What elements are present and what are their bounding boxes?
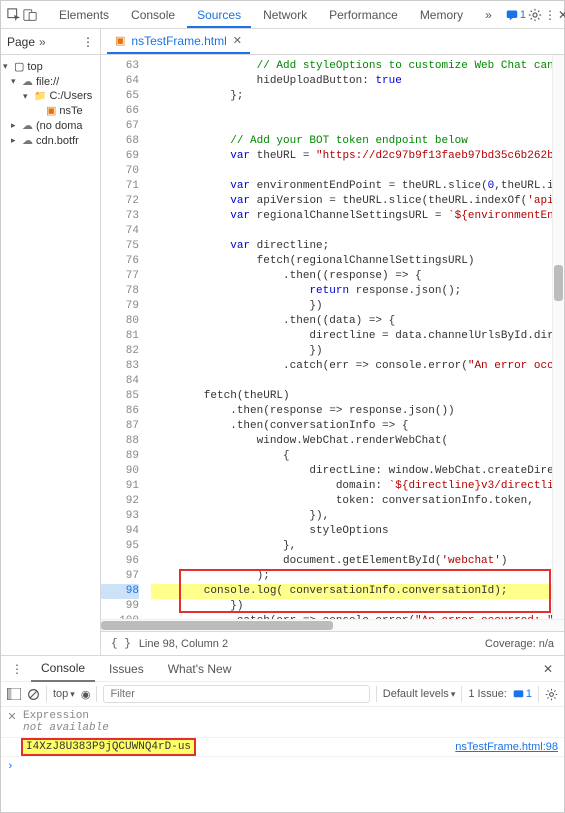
scrollbar-thumb[interactable] — [554, 265, 563, 301]
tab-overflow[interactable]: » — [475, 2, 502, 28]
drawer-tabs: ⋮ Console Issues What's New ✕ — [1, 655, 564, 681]
tree-cdn[interactable]: ▸cdn.botfr — [3, 133, 98, 148]
tree-cusers[interactable]: ▾C:/Users — [3, 89, 98, 103]
drawer-tab-issues[interactable]: Issues — [99, 657, 154, 681]
pretty-print-icon[interactable]: { } — [111, 638, 131, 650]
device-toggle-icon[interactable] — [23, 5, 37, 25]
kebab-icon[interactable]: ⋮ — [7, 659, 27, 679]
live-expression-row[interactable]: ✕ Expression not available — [1, 707, 564, 738]
scrollbar-thumb[interactable] — [101, 621, 333, 630]
line-gutter[interactable]: 6364656667686970717273747576777879808182… — [101, 55, 145, 619]
horizontal-scrollbar[interactable] — [101, 619, 564, 631]
console-output-highlight: I4XzJ8U383P9jQCUWNQ4rD-us — [23, 740, 194, 754]
kebab-icon[interactable]: ⋮ — [544, 5, 556, 25]
clear-console-icon[interactable] — [27, 688, 40, 701]
editor-status-bar: { } Line 98, Column 2 Coverage: n/a — [101, 631, 564, 655]
vertical-scrollbar[interactable] — [552, 55, 564, 619]
close-icon[interactable]: ✕ — [233, 34, 242, 47]
code-editor[interactable]: 6364656667686970717273747576777879808182… — [101, 55, 564, 655]
drawer-tab-console[interactable]: Console — [31, 656, 95, 682]
log-levels-selector[interactable]: Default levels▾ — [383, 688, 456, 700]
open-file-tabs: ▣ nsTestFrame.html ✕ — [101, 29, 564, 54]
cursor-position: Line 98, Column 2 — [139, 638, 228, 650]
drawer-tab-whatsnew[interactable]: What's New — [158, 657, 242, 681]
code-body[interactable]: // Add styleOptions to customize Web Cha… — [145, 55, 564, 619]
messages-badge[interactable]: 1 — [506, 9, 526, 21]
divider — [96, 686, 97, 702]
messages-count: 1 — [520, 9, 526, 21]
console-prompt[interactable]: › — [1, 757, 564, 777]
tree-nste-file[interactable]: ▣nsTe — [3, 103, 98, 118]
html-file-icon: ▣ — [115, 34, 125, 47]
issues-badge[interactable]: 1 — [513, 688, 532, 700]
live-expression-label: Expression — [23, 710, 558, 722]
gear-icon[interactable] — [545, 688, 558, 701]
tree-nodoma[interactable]: ▸(no doma — [3, 118, 98, 133]
page-pane-header[interactable]: Page » ⋮ — [1, 29, 101, 54]
console-source-link[interactable]: nsTestFrame.html:98 — [455, 741, 558, 753]
sources-subbar: Page » ⋮ ▣ nsTestFrame.html ✕ — [1, 29, 564, 55]
divider — [46, 686, 47, 702]
page-label: Page — [7, 35, 35, 49]
inspect-icon[interactable] — [7, 5, 21, 25]
console-sidebar-toggle-icon[interactable] — [7, 688, 21, 700]
console-body[interactable]: ✕ Expression not available I4XzJ8U383P9j… — [1, 707, 564, 777]
close-icon[interactable]: ✕ — [538, 659, 558, 679]
console-filter-input[interactable] — [103, 685, 369, 703]
kebab-icon[interactable]: ⋮ — [82, 35, 94, 49]
tab-memory[interactable]: Memory — [410, 2, 473, 28]
tab-performance[interactable]: Performance — [319, 2, 408, 28]
tab-network[interactable]: Network — [253, 2, 317, 28]
coverage-status[interactable]: Coverage: n/a — [485, 638, 554, 650]
close-icon[interactable]: ✕ — [7, 710, 17, 723]
live-expression-icon[interactable]: ◉ — [81, 688, 91, 701]
issues-label: 1 Issue: — [468, 688, 507, 700]
sources-main: ▾▢top ▾file:// ▾C:/Users ▣nsTe ▸(no doma… — [1, 55, 564, 655]
divider — [538, 686, 539, 702]
devtools-tab-strip: Elements Console Sources Network Perform… — [1, 1, 564, 29]
console-log-row[interactable]: I4XzJ8U383P9jQCUWNQ4rD-us nsTestFrame.ht… — [1, 738, 564, 757]
console-toolbar: top▾ ◉ Default levels▾ 1 Issue: 1 — [1, 681, 564, 707]
divider — [376, 686, 377, 702]
tab-sources[interactable]: Sources — [187, 2, 251, 28]
file-tab-nstestframe[interactable]: ▣ nsTestFrame.html ✕ — [107, 30, 250, 54]
page-overflow[interactable]: » — [39, 35, 46, 49]
gear-icon[interactable] — [528, 5, 542, 25]
file-tree[interactable]: ▾▢top ▾file:// ▾C:/Users ▣nsTe ▸(no doma… — [1, 55, 101, 655]
divider — [461, 686, 462, 702]
tree-file-origin[interactable]: ▾file:// — [3, 74, 98, 89]
execution-context-selector[interactable]: top▾ — [53, 688, 75, 700]
close-devtools-icon[interactable]: ✕ — [558, 5, 565, 25]
tab-elements[interactable]: Elements — [49, 2, 119, 28]
tree-top[interactable]: ▾▢top — [3, 59, 98, 74]
file-tab-label: nsTestFrame.html — [131, 34, 226, 48]
tab-console[interactable]: Console — [121, 2, 185, 28]
live-expression-value: not available — [23, 722, 558, 734]
prompt-caret-icon: › — [7, 761, 14, 773]
